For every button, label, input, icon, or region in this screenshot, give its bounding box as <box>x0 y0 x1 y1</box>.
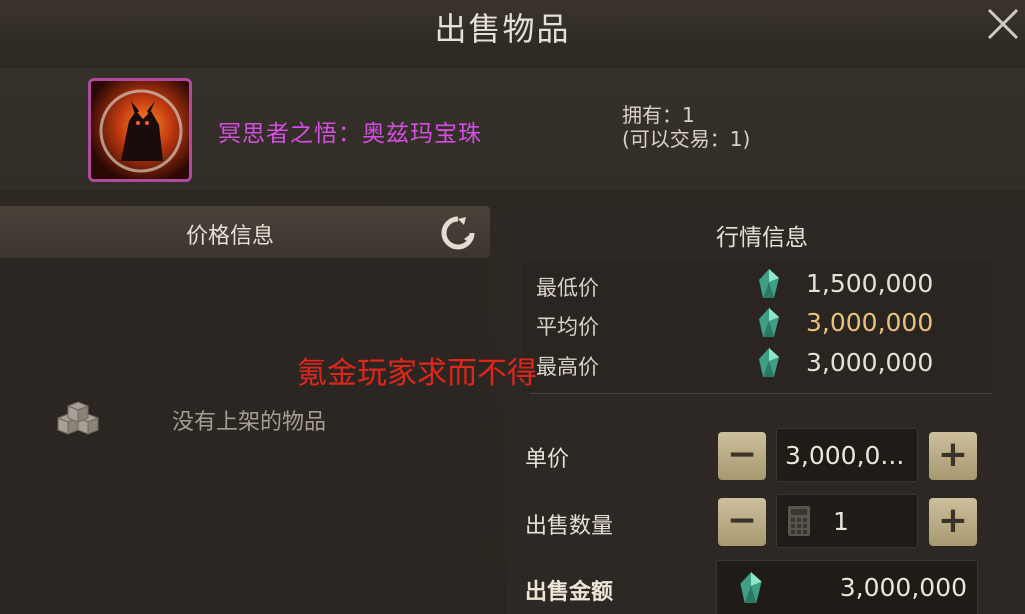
plus-icon: + <box>937 500 969 541</box>
unit-price-input[interactable]: 3,000,0... <box>776 428 918 482</box>
gem-icon <box>759 308 779 337</box>
item-name: 冥思者之悟：奥兹玛宝珠 <box>218 121 482 147</box>
gem-icon <box>740 572 762 603</box>
close-button[interactable] <box>983 4 1023 44</box>
min-price-row: 最低价 1,500,000 <box>536 266 956 304</box>
owned-info: 拥有：1 (可以交易：1) <box>622 103 750 151</box>
unit-price-value: 3,000,0... <box>785 441 905 470</box>
max-price-value: 3,000,000 <box>806 348 934 377</box>
total-amount-value: 3,000,000 <box>839 573 967 602</box>
minus-icon: − <box>726 434 758 475</box>
avg-price-label: 平均价 <box>536 315 599 339</box>
item-header: 冥思者之悟：奥兹玛宝珠 拥有：1 (可以交易：1) <box>0 68 1025 190</box>
sell-item-window: 出售物品 冥思者之悟：奥兹玛宝珠 拥有：1 (可以交易：1) 价格信息 没有上架… <box>0 0 1025 614</box>
close-icon <box>987 8 1019 40</box>
refresh-button[interactable] <box>440 215 476 251</box>
min-price-value: 1,500,000 <box>806 269 934 298</box>
overlay-caption: 氪金玩家求而不得 <box>297 356 537 391</box>
gem-icon <box>759 348 779 377</box>
quantity-value: 1 <box>833 507 849 536</box>
minus-icon: − <box>726 500 758 541</box>
plus-icon: + <box>937 434 969 475</box>
quantity-input[interactable]: 1 <box>776 494 918 548</box>
refresh-icon <box>441 216 475 250</box>
avg-price-row: 平均价 3,000,000 <box>536 305 956 343</box>
total-amount-field: 3,000,000 <box>716 560 978 614</box>
price-info-header: 价格信息 <box>0 206 490 258</box>
avg-price-value: 3,000,000 <box>806 308 934 337</box>
total-label: 出售金额 <box>525 580 614 605</box>
price-info-title: 价格信息 <box>185 224 274 249</box>
quantity-plus-button[interactable]: + <box>929 498 977 546</box>
quantity-label: 出售数量 <box>525 514 614 539</box>
tradable-count: (可以交易：1) <box>622 127 751 151</box>
quantity-minus-button[interactable]: − <box>718 498 766 546</box>
unit-price-minus-button[interactable]: − <box>718 432 766 480</box>
boxes-icon <box>54 398 102 440</box>
unit-price-plus-button[interactable]: + <box>929 432 977 480</box>
window-title: 出售物品 <box>434 10 571 48</box>
calculator-icon[interactable] <box>787 505 811 537</box>
unit-price-label: 单价 <box>525 447 570 472</box>
title-bar: 出售物品 <box>0 0 1025 52</box>
divider <box>530 393 992 394</box>
market-info-title: 行情信息 <box>716 225 808 251</box>
min-price-label: 最低价 <box>536 276 599 300</box>
max-price-row: 最高价 3,000,000 <box>536 345 956 383</box>
gem-icon <box>759 269 779 298</box>
market-info-header: 行情信息 <box>506 206 1018 260</box>
empty-list-text: 没有上架的物品 <box>172 410 327 435</box>
owned-count: 拥有：1 <box>622 103 695 127</box>
max-price-label: 最高价 <box>536 355 599 379</box>
item-orb-icon[interactable] <box>88 78 192 182</box>
